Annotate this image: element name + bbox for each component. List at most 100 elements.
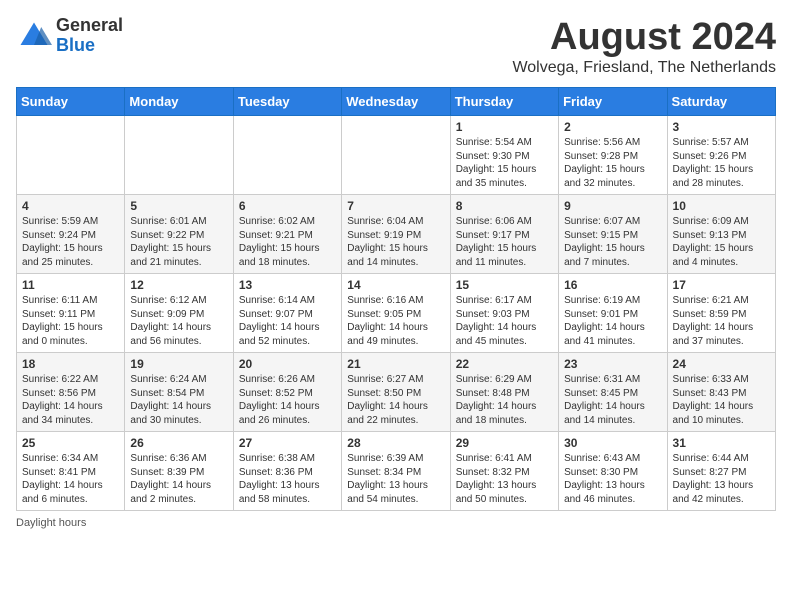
calendar-cell: 13 Sunrise: 6:14 AM Sunset: 9:07 PM Dayli…	[233, 274, 341, 353]
page-header: General Blue August 2024 Wolvega, Friesl…	[16, 16, 776, 77]
day-info: Sunrise: 5:56 AM Sunset: 9:28 PM Dayligh…	[564, 136, 661, 190]
calendar-cell: 22 Sunrise: 6:29 AM Sunset: 8:48 PM Dayli…	[450, 353, 558, 432]
day-number: 28	[347, 436, 444, 450]
day-number: 31	[673, 436, 770, 450]
calendar-cell: 24 Sunrise: 6:33 AM Sunset: 8:43 PM Dayli…	[667, 353, 775, 432]
calendar-header-tuesday: Tuesday	[233, 88, 341, 116]
calendar-cell	[17, 116, 125, 195]
day-info: Sunrise: 6:07 AM Sunset: 9:15 PM Dayligh…	[564, 215, 661, 269]
day-info: Sunrise: 6:39 AM Sunset: 8:34 PM Dayligh…	[347, 452, 444, 506]
day-info: Sunrise: 6:21 AM Sunset: 8:59 PM Dayligh…	[673, 294, 770, 348]
day-info: Sunrise: 6:34 AM Sunset: 8:41 PM Dayligh…	[22, 452, 119, 506]
calendar-cell: 6 Sunrise: 6:02 AM Sunset: 9:21 PM Daylig…	[233, 195, 341, 274]
day-info: Sunrise: 6:29 AM Sunset: 8:48 PM Dayligh…	[456, 373, 553, 427]
day-info: Sunrise: 6:14 AM Sunset: 9:07 PM Dayligh…	[239, 294, 336, 348]
day-number: 30	[564, 436, 661, 450]
day-number: 27	[239, 436, 336, 450]
calendar-week-5: 25Sunrise: 6:34 AM Sunset: 8:41 PM Dayli…	[17, 432, 776, 511]
day-number: 14	[347, 278, 444, 292]
title-block: August 2024 Wolvega, Friesland, The Neth…	[512, 16, 776, 77]
day-info: Sunrise: 6:19 AM Sunset: 9:01 PM Dayligh…	[564, 294, 661, 348]
logo-icon	[16, 18, 52, 54]
calendar-cell: 25Sunrise: 6:34 AM Sunset: 8:41 PM Dayli…	[17, 432, 125, 511]
subtitle: Wolvega, Friesland, The Netherlands	[512, 59, 776, 77]
day-info: Sunrise: 6:36 AM Sunset: 8:39 PM Dayligh…	[130, 452, 227, 506]
day-number: 7	[347, 199, 444, 213]
day-info: Sunrise: 6:17 AM Sunset: 9:03 PM Dayligh…	[456, 294, 553, 348]
calendar-cell: 2 Sunrise: 5:56 AM Sunset: 9:28 PM Daylig…	[559, 116, 667, 195]
day-info: Sunrise: 6:02 AM Sunset: 9:21 PM Dayligh…	[239, 215, 336, 269]
day-info: Sunrise: 6:24 AM Sunset: 8:54 PM Dayligh…	[130, 373, 227, 427]
day-info: Sunrise: 6:04 AM Sunset: 9:19 PM Dayligh…	[347, 215, 444, 269]
day-number: 2	[564, 120, 661, 134]
day-info: Sunrise: 6:44 AM Sunset: 8:27 PM Dayligh…	[673, 452, 770, 506]
calendar-cell: 30 Sunrise: 6:43 AM Sunset: 8:30 PM Dayli…	[559, 432, 667, 511]
day-number: 15	[456, 278, 553, 292]
day-info: Sunrise: 6:33 AM Sunset: 8:43 PM Dayligh…	[673, 373, 770, 427]
calendar-cell: 26 Sunrise: 6:36 AM Sunset: 8:39 PM Dayli…	[125, 432, 233, 511]
day-info: Sunrise: 6:12 AM Sunset: 9:09 PM Dayligh…	[130, 294, 227, 348]
calendar-cell	[342, 116, 450, 195]
day-number: 12	[130, 278, 227, 292]
day-number: 21	[347, 357, 444, 371]
calendar-cell: 1 Sunrise: 5:54 AM Sunset: 9:30 PM Daylig…	[450, 116, 558, 195]
day-info: Sunrise: 6:22 AM Sunset: 8:56 PM Dayligh…	[22, 373, 119, 427]
daylight-label: Daylight hours	[16, 517, 86, 529]
day-number: 10	[673, 199, 770, 213]
footer-note: Daylight hours	[16, 517, 776, 529]
calendar-week-1: 1 Sunrise: 5:54 AM Sunset: 9:30 PM Daylig…	[17, 116, 776, 195]
day-info: Sunrise: 5:59 AM Sunset: 9:24 PM Dayligh…	[22, 215, 119, 269]
calendar-header-saturday: Saturday	[667, 88, 775, 116]
calendar-cell: 31 Sunrise: 6:44 AM Sunset: 8:27 PM Dayli…	[667, 432, 775, 511]
day-number: 29	[456, 436, 553, 450]
calendar-header-friday: Friday	[559, 88, 667, 116]
calendar-cell: 7 Sunrise: 6:04 AM Sunset: 9:19 PM Daylig…	[342, 195, 450, 274]
day-info: Sunrise: 6:38 AM Sunset: 8:36 PM Dayligh…	[239, 452, 336, 506]
calendar-header-monday: Monday	[125, 88, 233, 116]
calendar-cell	[125, 116, 233, 195]
day-number: 1	[456, 120, 553, 134]
day-number: 4	[22, 199, 119, 213]
calendar-week-2: 4 Sunrise: 5:59 AM Sunset: 9:24 PM Daylig…	[17, 195, 776, 274]
calendar-week-4: 18 Sunrise: 6:22 AM Sunset: 8:56 PM Dayli…	[17, 353, 776, 432]
day-number: 26	[130, 436, 227, 450]
day-info: Sunrise: 6:11 AM Sunset: 9:11 PM Dayligh…	[22, 294, 119, 348]
calendar-cell: 9 Sunrise: 6:07 AM Sunset: 9:15 PM Daylig…	[559, 195, 667, 274]
calendar-cell: 5 Sunrise: 6:01 AM Sunset: 9:22 PM Daylig…	[125, 195, 233, 274]
day-info: Sunrise: 6:16 AM Sunset: 9:05 PM Dayligh…	[347, 294, 444, 348]
day-info: Sunrise: 6:01 AM Sunset: 9:22 PM Dayligh…	[130, 215, 227, 269]
logo-blue-text: Blue	[56, 36, 123, 56]
calendar-cell: 8Sunrise: 6:06 AM Sunset: 9:17 PM Daylig…	[450, 195, 558, 274]
day-number: 13	[239, 278, 336, 292]
day-number: 3	[673, 120, 770, 134]
day-number: 6	[239, 199, 336, 213]
day-number: 17	[673, 278, 770, 292]
day-info: Sunrise: 6:31 AM Sunset: 8:45 PM Dayligh…	[564, 373, 661, 427]
calendar-cell: 28 Sunrise: 6:39 AM Sunset: 8:34 PM Dayli…	[342, 432, 450, 511]
day-number: 19	[130, 357, 227, 371]
calendar-cell: 10Sunrise: 6:09 AM Sunset: 9:13 PM Dayli…	[667, 195, 775, 274]
calendar-cell: 20 Sunrise: 6:26 AM Sunset: 8:52 PM Dayli…	[233, 353, 341, 432]
calendar-header-thursday: Thursday	[450, 88, 558, 116]
calendar-table: SundayMondayTuesdayWednesdayThursdayFrid…	[16, 87, 776, 511]
day-number: 24	[673, 357, 770, 371]
calendar-week-3: 11Sunrise: 6:11 AM Sunset: 9:11 PM Dayli…	[17, 274, 776, 353]
day-info: Sunrise: 6:43 AM Sunset: 8:30 PM Dayligh…	[564, 452, 661, 506]
day-info: Sunrise: 6:06 AM Sunset: 9:17 PM Dayligh…	[456, 215, 553, 269]
day-number: 9	[564, 199, 661, 213]
day-info: Sunrise: 6:26 AM Sunset: 8:52 PM Dayligh…	[239, 373, 336, 427]
day-info: Sunrise: 5:57 AM Sunset: 9:26 PM Dayligh…	[673, 136, 770, 190]
day-number: 18	[22, 357, 119, 371]
day-number: 20	[239, 357, 336, 371]
logo-general-text: General	[56, 16, 123, 36]
logo: General Blue	[16, 16, 123, 56]
day-number: 5	[130, 199, 227, 213]
day-number: 22	[456, 357, 553, 371]
calendar-cell	[233, 116, 341, 195]
calendar-cell: 15 Sunrise: 6:17 AM Sunset: 9:03 PM Dayli…	[450, 274, 558, 353]
day-info: Sunrise: 5:54 AM Sunset: 9:30 PM Dayligh…	[456, 136, 553, 190]
calendar-cell: 16Sunrise: 6:19 AM Sunset: 9:01 PM Dayli…	[559, 274, 667, 353]
calendar-cell: 19 Sunrise: 6:24 AM Sunset: 8:54 PM Dayli…	[125, 353, 233, 432]
day-info: Sunrise: 6:27 AM Sunset: 8:50 PM Dayligh…	[347, 373, 444, 427]
calendar-cell: 12 Sunrise: 6:12 AM Sunset: 9:09 PM Dayli…	[125, 274, 233, 353]
